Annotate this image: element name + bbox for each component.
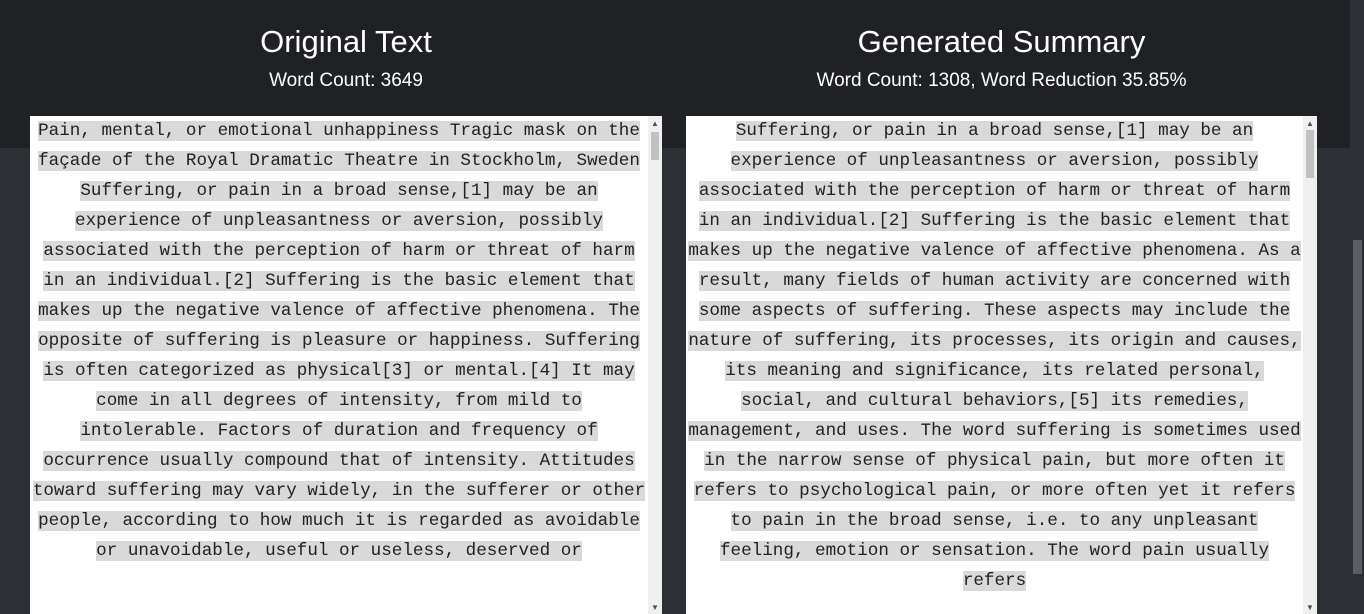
summary-text-body: Suffering, or pain in a broad sense,[1] … (688, 121, 1301, 591)
summarizer-page: Original Text Word Count: 3649 Pain, men… (0, 0, 1364, 614)
summary-title: Generated Summary (857, 24, 1146, 59)
summary-textarea[interactable]: Suffering, or pain in a broad sense,[1] … (686, 116, 1317, 614)
original-textarea[interactable]: Pain, mental, or emotional unhappiness T… (30, 116, 662, 614)
scroll-down-arrow-icon[interactable]: ▼ (648, 602, 662, 614)
scroll-down-arrow-icon[interactable]: ▼ (1303, 602, 1317, 614)
summary-text-content: Suffering, or pain in a broad sense,[1] … (686, 116, 1303, 596)
scrollbar-thumb[interactable] (1306, 130, 1314, 178)
scroll-up-arrow-icon[interactable]: ▲ (648, 118, 662, 130)
summary-word-count: Word Count: 1308, Word Reduction 35.85% (816, 70, 1187, 91)
original-text-content: Pain, mental, or emotional unhappiness T… (30, 116, 648, 566)
page-scrollbar[interactable] (1350, 0, 1364, 614)
original-textarea-scrollbar[interactable]: ▲ ▼ (648, 116, 662, 614)
original-text-title: Original Text (260, 24, 432, 59)
scroll-up-arrow-icon[interactable]: ▲ (1303, 118, 1317, 130)
original-text-body: Pain, mental, or emotional unhappiness T… (32, 121, 646, 561)
scrollbar-thumb[interactable] (651, 132, 659, 160)
summary-textarea-scrollbar[interactable]: ▲ ▼ (1303, 116, 1317, 614)
original-word-count: Word Count: 3649 (269, 70, 423, 91)
page-scrollbar-thumb[interactable] (1353, 240, 1362, 574)
